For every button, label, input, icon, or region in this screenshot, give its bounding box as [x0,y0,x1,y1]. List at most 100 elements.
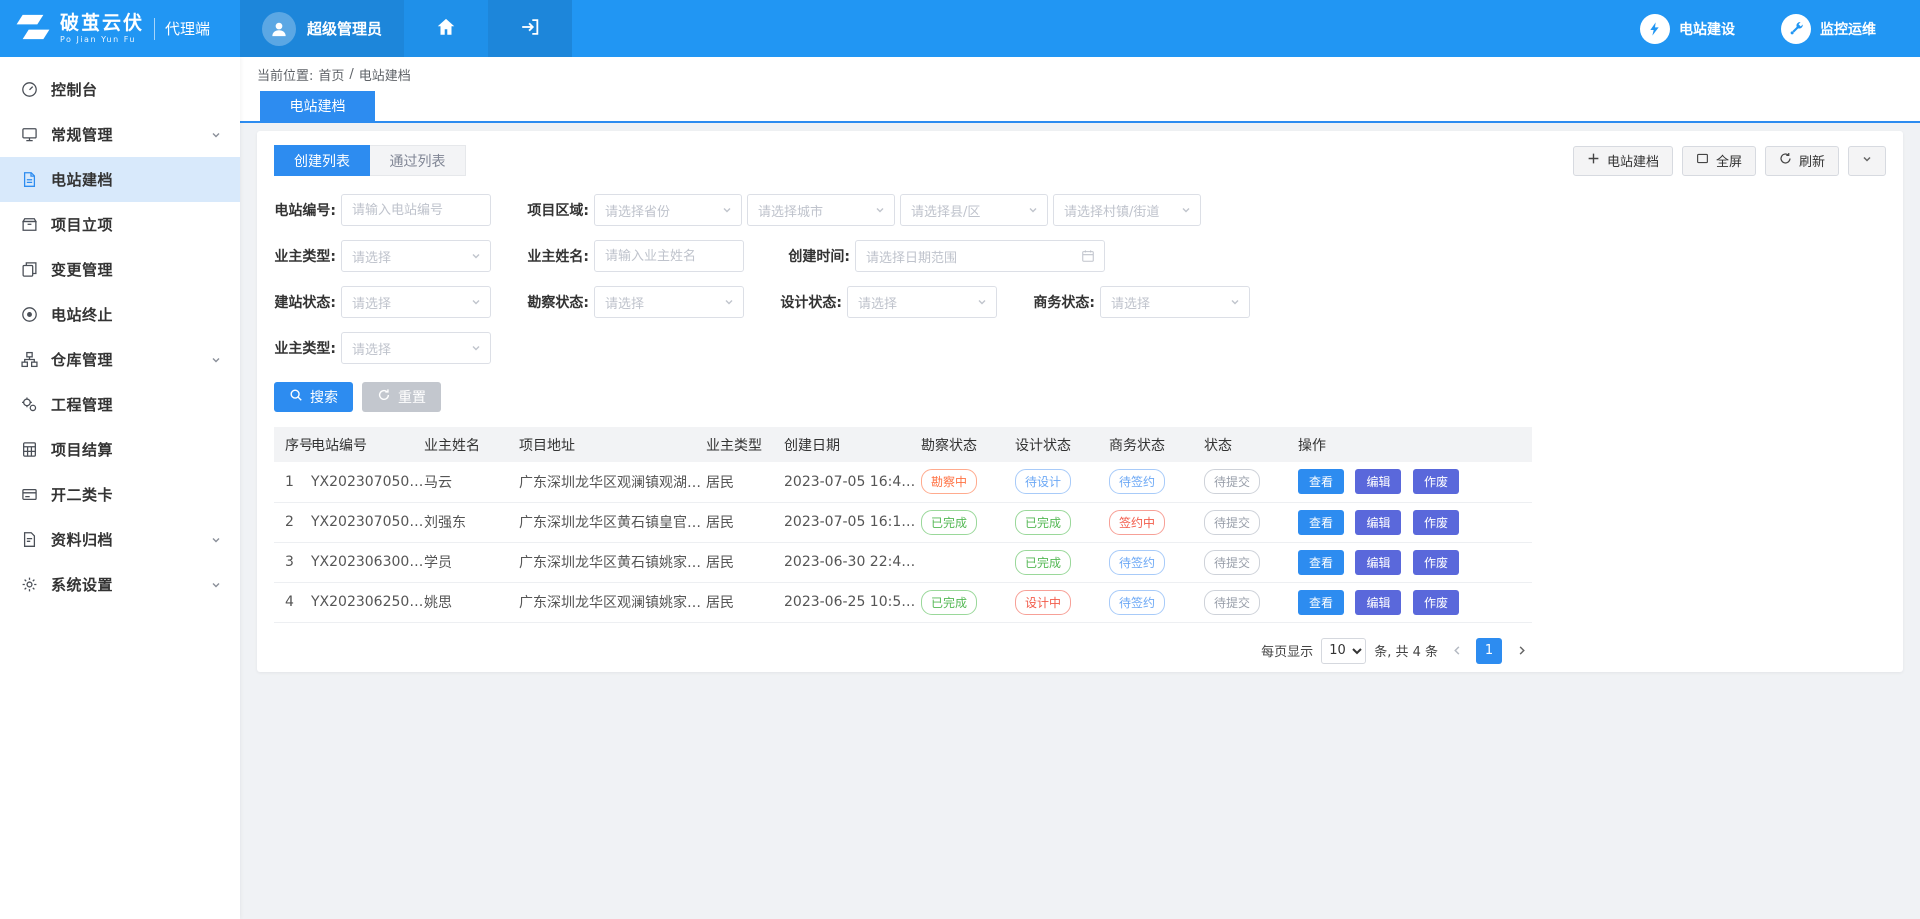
header-quick-links: 电站建设 监控运维 [1640,0,1920,57]
cell-address: 广东深圳龙华区观澜镇姚家庄... [519,582,706,622]
sidebar-item-station-filing[interactable]: 电站建档 [0,157,240,202]
add-station-filing-button[interactable]: 电站建档 [1573,146,1673,176]
cell-business-status: 待签约 [1109,582,1204,622]
chevron-down-icon [471,343,481,353]
owner-name-input[interactable] [594,240,744,272]
chevron-down-icon [875,205,885,215]
copy-icon [21,261,38,278]
sidebar-item-general-mgmt[interactable]: 常规管理 [0,112,240,157]
cell-survey-status: 已完成 [921,582,1015,622]
app-edition-tag: 代理端 [165,18,210,39]
cell-code: YX2023070500010 [311,502,424,542]
design-status-select[interactable]: 请选择 [847,286,997,318]
station-code-input[interactable] [341,194,491,226]
cell-survey-status: 已完成 [921,502,1015,542]
sidebar-item-engineering-mgmt[interactable]: 工程管理 [0,382,240,427]
chevron-down-icon [1230,297,1240,307]
reset-button[interactable]: 重置 [362,382,441,412]
cell-no: 2 [274,502,311,542]
page-number-current[interactable]: 1 [1476,638,1502,664]
cell-no: 4 [274,582,311,622]
sidebar-item-data-archive[interactable]: 资料归档 [0,517,240,562]
plus-icon [1587,152,1600,169]
breadcrumb-home-link[interactable]: 首页 [318,65,344,84]
edit-button[interactable]: 编辑 [1355,550,1401,575]
user-menu[interactable]: 超级管理员 [240,0,404,57]
prev-page-button[interactable] [1446,638,1468,664]
cell-owner-type: 居民 [706,542,784,582]
station-construction-label: 电站建设 [1679,19,1735,39]
survey-status-select[interactable]: 请选择 [594,286,744,318]
page-size-select[interactable]: 10 [1321,638,1366,664]
edit-button[interactable]: 编辑 [1355,510,1401,535]
refresh-button[interactable]: 刷新 [1765,146,1839,176]
view-button[interactable]: 查看 [1298,590,1344,615]
monitoring-ops-label: 监控运维 [1820,19,1876,39]
app-title: 破茧云伏 [60,13,144,35]
cell-address: 广东深圳龙华区观澜镇观湖路... [519,462,706,502]
status-badge: 待提交 [1204,469,1260,494]
refresh-icon [1779,152,1792,169]
box-icon [21,216,38,233]
table-row: 3 YX2023063000009 学员 广东深圳龙华区黄石镇姚家庄... 居民… [274,542,1532,582]
status-badge: 已完成 [1015,510,1071,535]
sidebar-item-console[interactable]: 控制台 [0,67,240,112]
next-page-button[interactable] [1510,638,1532,664]
chevron-down-icon [210,129,222,141]
business-status-label: 商务状态: [1033,292,1095,312]
void-button[interactable]: 作废 [1413,550,1459,575]
content: 创建列表 通过列表 电站建档 全屏 [240,123,1920,680]
build-status-select[interactable]: 请选择 [341,286,491,318]
tab-passed-list[interactable]: 通过列表 [370,145,466,176]
tab-create-list[interactable]: 创建列表 [274,145,370,176]
sidebar-item-warehouse-mgmt[interactable]: 仓库管理 [0,337,240,382]
district-select[interactable]: 请选择县/区 [900,194,1048,226]
void-button[interactable]: 作废 [1413,590,1459,615]
main-area: 当前位置: 首页 / 电站建档 电站建档 创建列表 通过列表 电站建档 [240,57,1920,919]
user-name: 超级管理员 [307,18,382,39]
edit-button[interactable]: 编辑 [1355,590,1401,615]
chevron-down-icon [724,297,734,307]
sidebar-item-type2-card[interactable]: 开二类卡 [0,472,240,517]
owner-type2-select[interactable]: 请选择 [341,332,491,364]
sidebar-item-system-settings[interactable]: 系统设置 [0,562,240,607]
cell-owner: 马云 [424,462,519,502]
cell-design-status: 待设计 [1015,462,1109,502]
province-select[interactable]: 请选择省份 [594,194,742,226]
home-icon [435,16,457,42]
view-button[interactable]: 查看 [1298,550,1344,575]
station-construction-link[interactable]: 电站建设 [1640,14,1735,44]
search-icon [289,388,303,406]
cell-code: YX2023062500004 [311,582,424,622]
home-button[interactable] [404,0,488,57]
edit-button[interactable]: 编辑 [1355,469,1401,494]
search-button[interactable]: 搜索 [274,382,353,412]
void-button[interactable]: 作废 [1413,469,1459,494]
monitoring-ops-link[interactable]: 监控运维 [1781,14,1876,44]
owner-type-select[interactable]: 请选择 [341,240,491,272]
chevron-down-icon [722,205,732,215]
logout-button[interactable] [488,0,572,57]
town-select[interactable]: 请选择村镇/街道 [1053,194,1201,226]
collapse-toolbar-button[interactable] [1848,146,1886,176]
date-range-picker[interactable]: 请选择日期范围 [855,240,1105,272]
sidebar-item-project-settlement[interactable]: 项目结算 [0,427,240,472]
cell-owner-type: 居民 [706,582,784,622]
logo: 破茧云伏 Po Jian Yun Fu 代理端 [0,0,240,57]
chevron-down-icon [1861,153,1873,169]
view-button[interactable]: 查看 [1298,510,1344,535]
status-badge: 待签约 [1109,590,1165,615]
fullscreen-button[interactable]: 全屏 [1682,146,1756,176]
cell-code: YX2023063000009 [311,542,424,582]
city-select[interactable]: 请选择城市 [747,194,895,226]
sidebar-item-station-termination[interactable]: 电站终止 [0,292,240,337]
void-button[interactable]: 作废 [1413,510,1459,535]
logo-divider [154,18,155,40]
view-button[interactable]: 查看 [1298,469,1344,494]
business-status-select[interactable]: 请选择 [1100,286,1250,318]
app-subtitle: Po Jian Yun Fu [60,35,144,44]
cell-owner-type: 居民 [706,462,784,502]
page-tab-station-filing[interactable]: 电站建档 [260,91,375,121]
sidebar-item-project-approval[interactable]: 项目立项 [0,202,240,247]
sidebar-item-change-mgmt[interactable]: 变更管理 [0,247,240,292]
